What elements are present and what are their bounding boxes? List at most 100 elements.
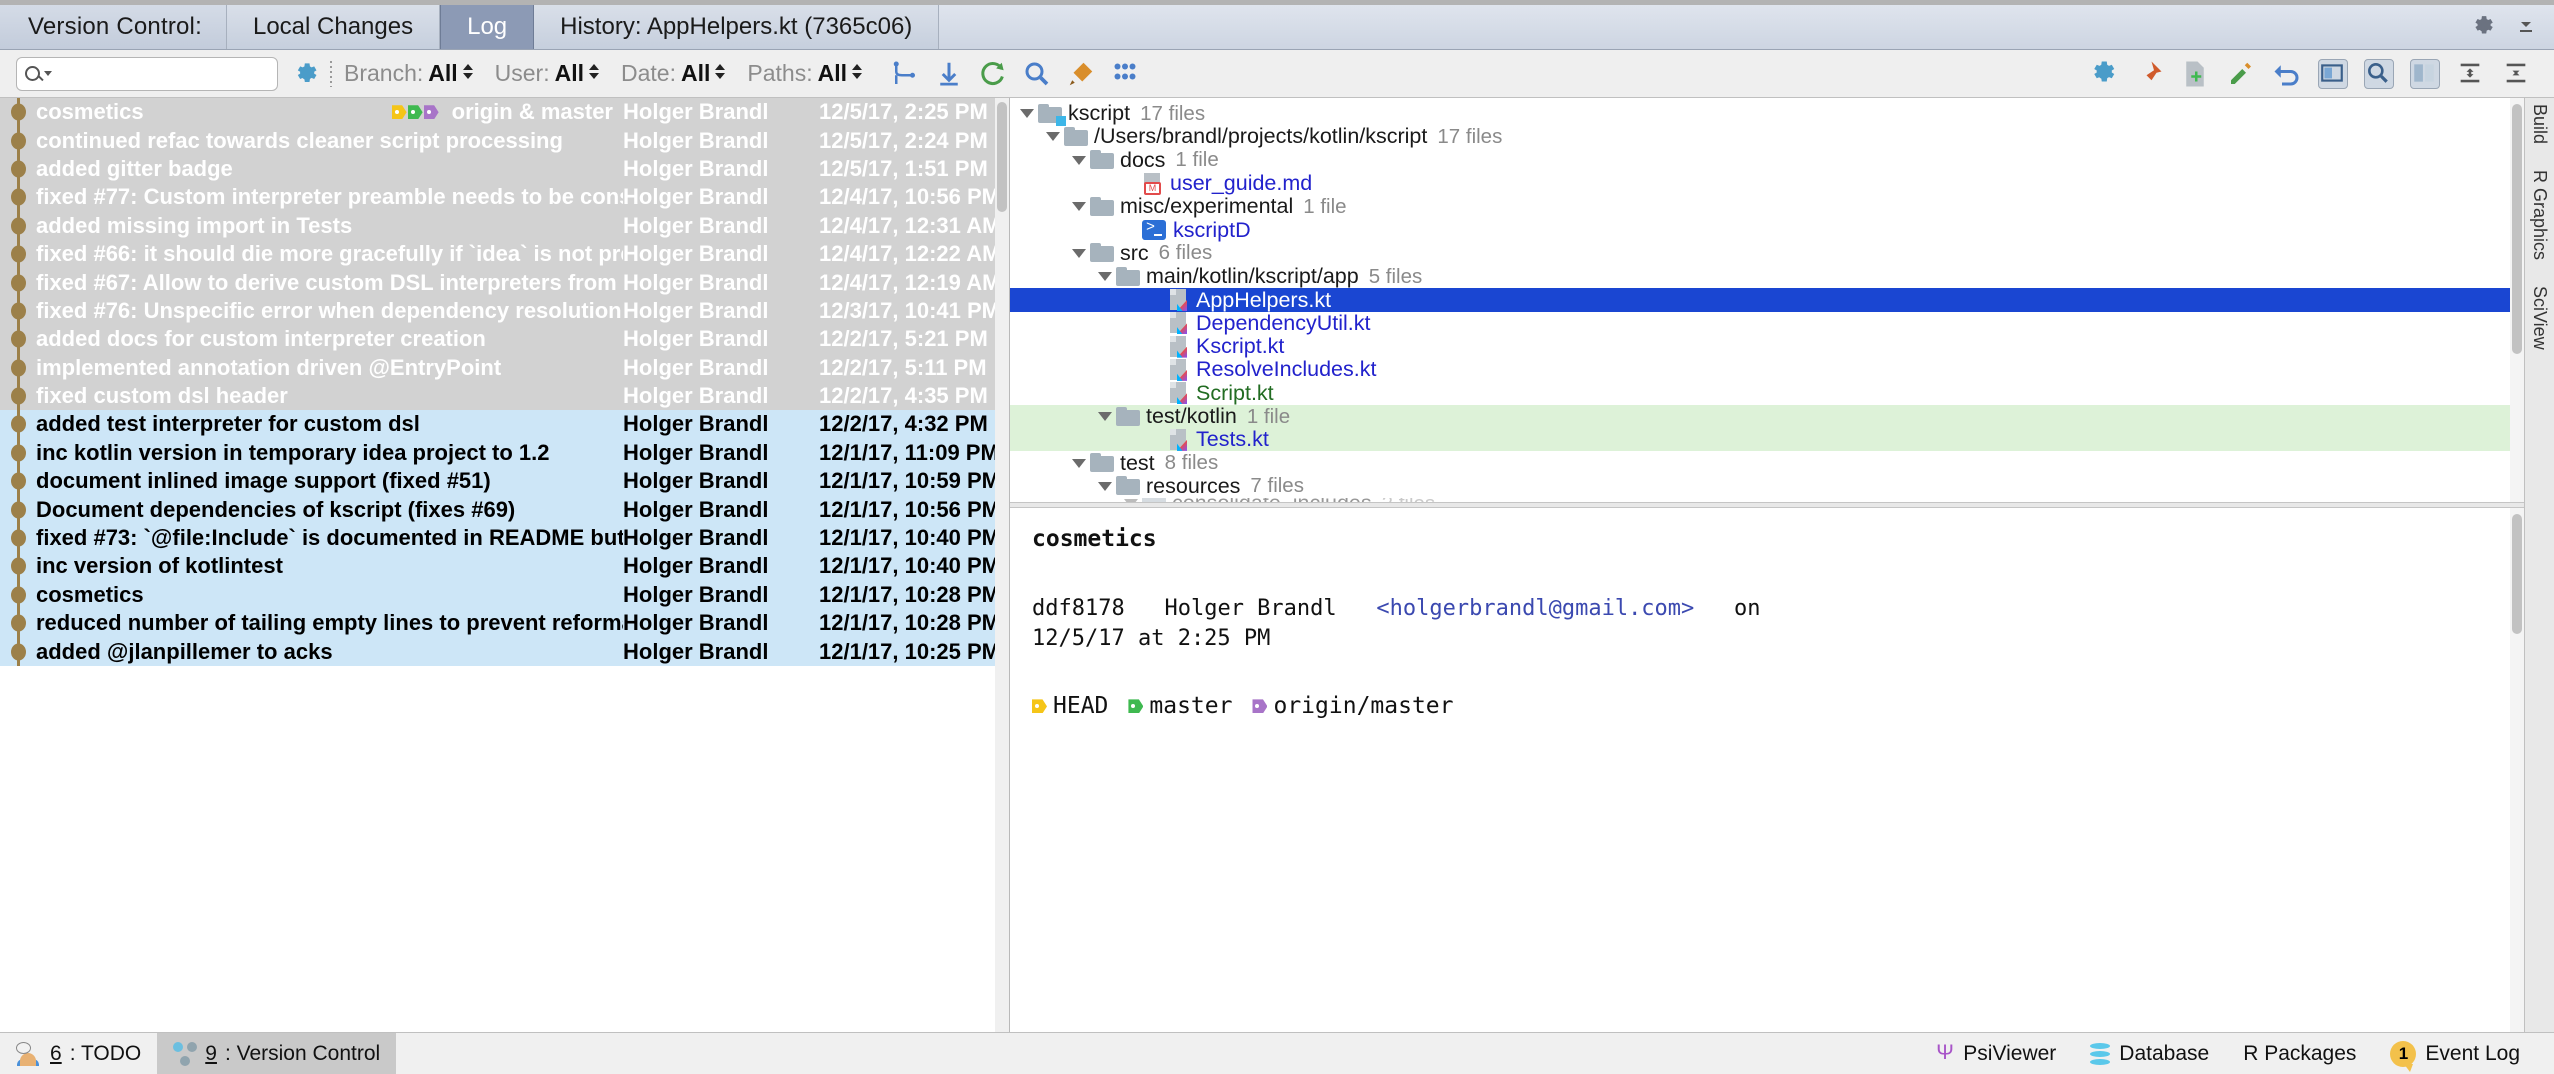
commit-row[interactable]: cosmetics origin & master Holger Brandl 12/… <box>0 98 1009 127</box>
tree-node[interactable]: kscript 17 files <box>1010 101 2524 126</box>
magnify-icon[interactable] <box>1022 59 1052 89</box>
commit-row[interactable]: added @jlanpillemer to acks Holger Brandl… <box>0 637 1009 666</box>
details-scroll-thumb[interactable] <box>2512 514 2522 634</box>
commit-list-scroll-thumb[interactable] <box>997 102 1007 212</box>
tree-node[interactable]: src 6 files <box>1010 241 2524 265</box>
tree-node[interactable]: ResolveIncludes.kt <box>1010 357 2524 381</box>
chevron-down-icon[interactable] <box>1068 202 1090 212</box>
details-scrollbar[interactable] <box>2510 508 2524 1032</box>
preview-icon[interactable] <box>2318 58 2348 89</box>
tree-node[interactable]: Muser_guide.md <box>1010 171 2524 195</box>
tree-node[interactable]: Kscript.kt <box>1010 334 2524 358</box>
commit-row[interactable]: added gitter badge Holger Brandl 12/5/17, … <box>0 154 1009 184</box>
commit-row[interactable]: inc kotlin version in temporary idea pro… <box>0 438 1009 468</box>
search-highlight-icon[interactable] <box>2364 58 2394 89</box>
commit-row[interactable]: reduced number of tailing empty lines to… <box>0 609 1009 638</box>
commit-row[interactable]: inc version of kotlintest Holger Brandl 12… <box>0 552 1009 581</box>
commit-row[interactable]: fixed #76: Unspecific error when depende… <box>0 296 1009 326</box>
tree-node[interactable]: DependencyUtil.kt <box>1010 311 2524 335</box>
commit-row[interactable]: cosmetics Holger Brandl 12/1/17, 10:28 PM <box>0 580 1009 610</box>
search-input[interactable] <box>16 56 278 91</box>
filter-date[interactable]: Date: All <box>621 60 726 87</box>
commit-ref-pill[interactable]: HEAD <box>1032 693 1108 719</box>
filter-user[interactable]: User: All <box>495 60 599 87</box>
status-item-event-log[interactable]: 1 Event Log <box>2390 1040 2520 1072</box>
commit-row[interactable]: implemented annotation driven @EntryPoin… <box>0 353 1009 382</box>
tree-scrollbar[interactable] <box>2510 98 2524 502</box>
status-item-database[interactable]: Database <box>2090 1042 2209 1066</box>
intellimerge-icon[interactable] <box>890 59 920 89</box>
commit-row[interactable]: fixed #77: Custom interpreter preamble n… <box>0 183 1009 212</box>
tree-node[interactable]: main/kotlin/kscript/app 5 files <box>1010 264 2524 288</box>
tree-node[interactable]: kscriptD <box>1010 218 2524 242</box>
commit-ref-labels[interactable]: origin & master <box>392 99 613 125</box>
tree-node[interactable]: misc/experimental 1 file <box>1010 194 2524 218</box>
chevron-down-icon[interactable] <box>1094 412 1116 421</box>
collapse-down-icon[interactable] <box>2514 13 2538 42</box>
commit-row[interactable]: added missing import in Tests Holger Bran… <box>0 211 1009 240</box>
tree-node[interactable]: consolidate_includes 2 files <box>1010 498 2524 502</box>
commit-row[interactable]: fixed custom dsl header Holger Brandl 12/2… <box>0 381 1009 411</box>
chevron-down-icon[interactable] <box>1042 132 1064 142</box>
chevron-down-icon[interactable] <box>1068 155 1090 165</box>
tree-node[interactable]: resources 7 files <box>1010 474 2524 498</box>
version-control-tool-window: Version Control: Local Changes Log Histo… <box>0 0 2554 1074</box>
chevron-down-icon[interactable] <box>1068 248 1090 258</box>
commit-list-scrollbar[interactable] <box>995 98 1009 1032</box>
chevron-down-icon[interactable] <box>1120 499 1142 502</box>
filter-paths[interactable]: Paths: All <box>747 60 862 87</box>
status-tab-todo[interactable]: 6 : TODO <box>0 1033 157 1074</box>
settings-gear-icon[interactable] <box>2088 59 2118 89</box>
expand-all-icon[interactable] <box>2456 59 2486 89</box>
chevron-down-icon[interactable] <box>1016 109 1038 119</box>
edit-icon[interactable] <box>2226 59 2256 89</box>
filter-settings-gear-icon[interactable] <box>292 61 318 87</box>
tree-node[interactable]: Script.kt <box>1010 381 2524 405</box>
strip-label-sciview[interactable]: SciView <box>2529 286 2550 350</box>
commit-row[interactable]: Document dependencies of kscript (fixes … <box>0 495 1009 524</box>
new-file-icon[interactable] <box>2180 59 2210 89</box>
strip-label-r-graphics[interactable]: R Graphics <box>2529 170 2550 260</box>
tree-node[interactable]: Tests.kt <box>1010 427 2524 452</box>
chevron-down-icon[interactable] <box>1094 272 1116 282</box>
tree-node[interactable]: test 8 files <box>1010 451 2524 475</box>
pin-icon[interactable] <box>2134 59 2164 89</box>
status-tab-version-control[interactable]: 9 : Version Control <box>157 1033 397 1074</box>
chevron-down-icon[interactable] <box>1094 481 1116 491</box>
tab-history-apphelpers[interactable]: History: AppHelpers.kt (7365c06) <box>534 5 940 49</box>
highlight-icon[interactable] <box>1066 59 1096 89</box>
chevron-down-icon[interactable] <box>44 71 52 76</box>
commit-row[interactable]: fixed #67: Allow to derive custom DSL in… <box>0 268 1009 297</box>
status-item-psiviewer[interactable]: Ψ PsiViewer <box>1936 1042 2056 1066</box>
status-item-r-packages[interactable]: R Packages <box>2243 1042 2356 1066</box>
refresh-icon[interactable] <box>978 59 1008 89</box>
commit-row[interactable]: continued refac towards cleaner script p… <box>0 126 1009 155</box>
tab-local-changes[interactable]: Local Changes <box>226 5 441 49</box>
filter-branch[interactable]: Branch: All <box>344 60 473 87</box>
undo-icon[interactable] <box>2272 59 2302 89</box>
show-diff-icon[interactable] <box>2410 58 2440 89</box>
tree-scroll-thumb[interactable] <box>2512 104 2522 354</box>
commit-row[interactable]: added test interpreter for custom dsl Hol… <box>0 410 1009 439</box>
settings-gear-icon[interactable] <box>2470 14 2496 40</box>
commit-author-email[interactable]: <holgerbrandl@gmail.com> <box>1376 596 1694 621</box>
tree-node[interactable]: test/kotlin 1 file <box>1010 404 2524 429</box>
changed-files-tree[interactable]: kscript 17 files/Users/brandl/projects/ko… <box>1010 98 2524 502</box>
commit-row[interactable]: added docs for custom interpreter creati… <box>0 325 1009 354</box>
chevron-down-icon[interactable] <box>1068 458 1090 468</box>
tab-log[interactable]: Log <box>440 5 535 49</box>
tree-node[interactable]: AppHelpers.kt <box>1010 288 2524 312</box>
commit-list[interactable]: cosmetics origin & master Holger Brandl 12/… <box>0 98 1010 1032</box>
tree-node[interactable]: /Users/brandl/projects/kotlin/kscript 17 … <box>1010 124 2524 148</box>
commit-ref-pill[interactable]: origin/master <box>1252 693 1454 719</box>
commit-row[interactable]: document inlined image support (fixed #5… <box>0 467 1009 496</box>
commit-ref-pill[interactable]: master <box>1128 693 1232 719</box>
filter-branch-key: Branch: <box>344 60 424 86</box>
collapse-graph-icon[interactable] <box>1110 59 1140 89</box>
tree-node[interactable]: docs 1 file <box>1010 148 2524 172</box>
collapse-all-icon[interactable] <box>2502 59 2532 89</box>
fetch-icon[interactable] <box>934 59 964 89</box>
commit-row[interactable]: fixed #73: `@file:Include` is documented… <box>0 523 1009 553</box>
commit-row[interactable]: fixed #66: it should die more gracefully… <box>0 239 1009 269</box>
strip-label-build[interactable]: Build <box>2529 104 2550 144</box>
